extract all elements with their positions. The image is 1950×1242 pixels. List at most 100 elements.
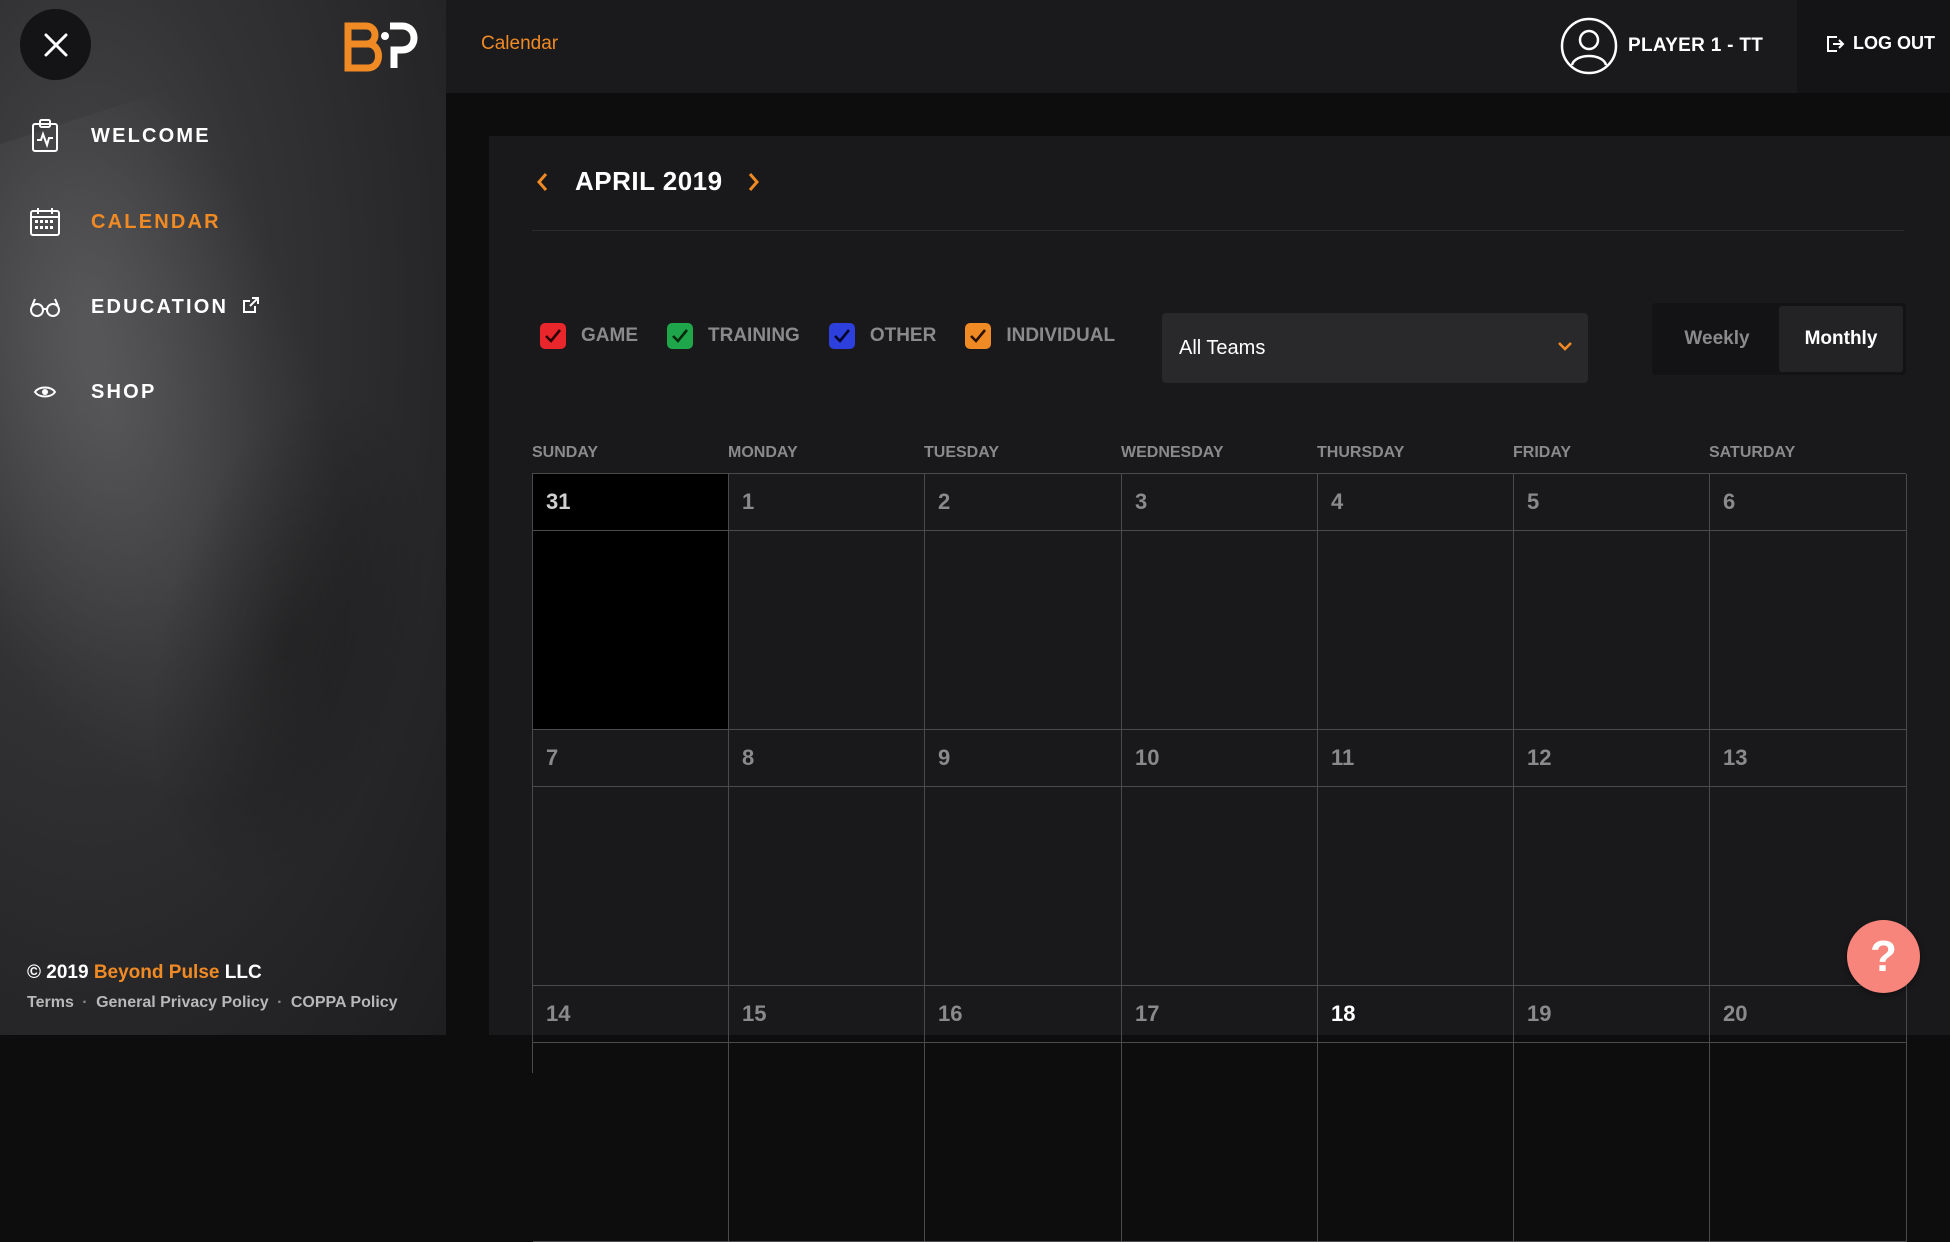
logout-area: LOG OUT (1797, 0, 1950, 93)
logout-button[interactable]: LOG OUT (1825, 33, 1935, 54)
close-icon (44, 33, 67, 56)
filter-game[interactable]: GAME (540, 323, 638, 349)
weekday-header: WEDNESDAY (1121, 444, 1224, 461)
day-number: 1 (742, 489, 755, 514)
day-number: 10 (1135, 745, 1160, 770)
day-cell-header[interactable]: 17 (1122, 986, 1318, 1043)
checkmark-icon (672, 329, 689, 343)
day-number: 8 (742, 745, 755, 770)
day-number: 17 (1135, 1001, 1160, 1026)
checkbox-game[interactable] (540, 323, 566, 349)
day-cell-events[interactable] (1318, 787, 1514, 986)
day-cell-header[interactable]: 9 (925, 730, 1122, 787)
day-number: 15 (742, 1001, 767, 1026)
day-cell-events[interactable] (1710, 531, 1907, 730)
day-cell-header[interactable]: 8 (729, 730, 925, 787)
terms-link[interactable]: Terms (27, 994, 74, 1011)
event-type-filters: GAME TRAINING OTHER INDIVIDUAL (540, 323, 1144, 349)
monthly-view-button[interactable]: Monthly (1779, 306, 1903, 372)
user-name: PLAYER 1 - TT (1628, 35, 1764, 56)
day-cell-events[interactable] (533, 531, 729, 730)
day-cell-header[interactable]: 11 (1318, 730, 1514, 787)
day-cell-header[interactable]: 19 (1514, 986, 1710, 1043)
help-button[interactable]: ? (1847, 920, 1920, 993)
footer-links: Terms · General Privacy Policy · COPPA P… (27, 994, 398, 1011)
month-navigation: APRIL 2019 (535, 166, 761, 197)
day-cell-header[interactable]: 6 (1710, 474, 1907, 531)
breadcrumb[interactable]: Calendar (481, 33, 558, 55)
coppa-policy-link[interactable]: COPPA Policy (291, 994, 398, 1011)
weekday-header: MONDAY (728, 444, 798, 461)
weekday-header: SUNDAY (532, 444, 599, 461)
logout-label: LOG OUT (1853, 33, 1935, 53)
filter-other[interactable]: OTHER (828, 323, 937, 349)
team-select[interactable]: All Teams (1162, 313, 1588, 383)
view-toggle: Weekly Monthly (1652, 303, 1906, 375)
sidebar: WELCOME CALENDAR EDUCATION SHOP © 2019 B… (0, 0, 446, 1035)
sidebar-item-label: CALENDAR (91, 210, 221, 233)
day-cell-header[interactable]: 3 (1122, 474, 1318, 531)
day-cell-events[interactable] (1122, 531, 1318, 730)
day-cell-header[interactable]: 2 (925, 474, 1122, 531)
day-number: 19 (1527, 1001, 1552, 1026)
day-cell-header[interactable]: 16 (925, 986, 1122, 1043)
filter-label: TRAINING (708, 325, 800, 346)
day-cell-header[interactable]: 18 (1318, 986, 1514, 1043)
day-cell-header[interactable]: 10 (1122, 730, 1318, 787)
checkbox-individual[interactable] (965, 323, 992, 349)
checkbox-training[interactable] (667, 323, 693, 349)
calendar-grid: 31 1 2 3 4 5 6 7 8 9 10 11 12 13 14 15 16 17 18 19 20 (532, 473, 1907, 1242)
day-cell-events[interactable] (533, 1043, 729, 1242)
filter-label: OTHER (869, 325, 937, 346)
day-cell-events[interactable] (729, 531, 925, 730)
day-number: 2 (938, 489, 951, 514)
user-avatar-icon (1560, 17, 1618, 75)
checkbox-other[interactable] (828, 323, 855, 349)
user-menu[interactable]: PLAYER 1 - TT (1560, 17, 1763, 75)
day-cell-events[interactable] (1514, 1043, 1710, 1242)
sidebar-item-calendar[interactable]: CALENDAR (28, 205, 221, 239)
day-cell-header[interactable]: 14 (533, 986, 729, 1043)
day-cell-header[interactable]: 1 (729, 474, 925, 531)
day-cell-header[interactable]: 12 (1514, 730, 1710, 787)
day-cell-events[interactable] (1514, 787, 1710, 986)
day-number: 7 (546, 745, 559, 770)
previous-month-button[interactable] (535, 171, 549, 193)
day-cell-events[interactable] (1514, 531, 1710, 730)
sidebar-footer: © 2019 Beyond Pulse LLC Terms · General … (27, 962, 398, 1012)
day-cell-events[interactable] (729, 1043, 925, 1242)
day-cell-events[interactable] (533, 787, 729, 986)
sidebar-item-welcome[interactable]: WELCOME (28, 119, 211, 153)
privacy-policy-link[interactable]: General Privacy Policy (96, 994, 269, 1011)
filter-training[interactable]: TRAINING (667, 323, 800, 349)
day-cell-events[interactable] (925, 1043, 1122, 1242)
day-number: 4 (1331, 489, 1344, 514)
close-menu-button[interactable] (20, 9, 91, 80)
day-cell-header[interactable]: 5 (1514, 474, 1710, 531)
day-cell-header[interactable]: 4 (1318, 474, 1514, 531)
company-link[interactable]: Beyond Pulse (94, 962, 220, 983)
day-cell-events[interactable] (1122, 1043, 1318, 1242)
sidebar-item-education[interactable]: EDUCATION (28, 290, 260, 324)
filter-label: INDIVIDUAL (1006, 325, 1116, 346)
day-cell-events[interactable] (1318, 531, 1514, 730)
day-cell-header[interactable]: 13 (1710, 730, 1907, 787)
weekly-view-button[interactable]: Weekly (1655, 306, 1779, 372)
filter-individual[interactable]: INDIVIDUAL (965, 323, 1115, 349)
beyond-pulse-logo[interactable] (344, 22, 420, 77)
day-cell-events[interactable] (1710, 1043, 1907, 1242)
day-cell-header[interactable]: 7 (533, 730, 729, 787)
day-cell-events[interactable] (729, 787, 925, 986)
sidebar-item-shop[interactable]: SHOP (28, 375, 156, 409)
next-month-button[interactable] (747, 171, 761, 193)
day-number: 14 (546, 1001, 571, 1026)
day-cell-header[interactable]: 15 (729, 986, 925, 1043)
day-cell-header[interactable]: 31 (533, 474, 729, 531)
checkmark-icon (970, 329, 987, 343)
day-cell-header[interactable]: 20 (1710, 986, 1907, 1043)
day-cell-events[interactable] (1122, 787, 1318, 986)
weekday-header: TUESDAY (924, 444, 999, 461)
day-cell-events[interactable] (1318, 1043, 1514, 1242)
day-cell-events[interactable] (925, 787, 1122, 986)
day-cell-events[interactable] (925, 531, 1122, 730)
